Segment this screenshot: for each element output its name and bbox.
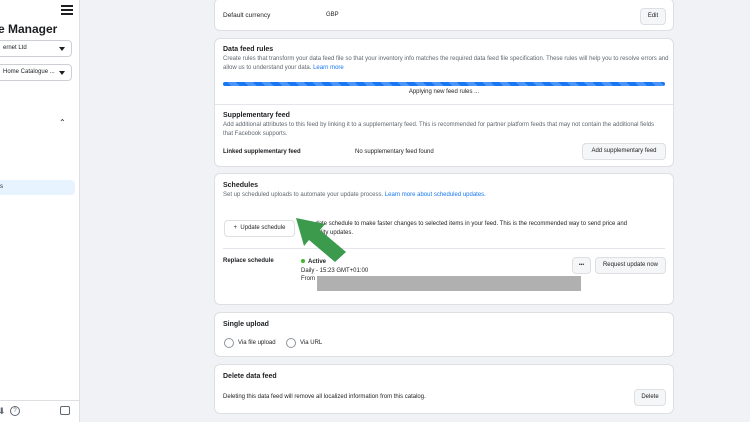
currency-value: GBP [326,12,339,18]
schedules-description: Set up scheduled uploads to automate you… [223,192,486,198]
linked-supplementary-label: Linked supplementary feed [223,149,301,155]
schedule-from-label: From [301,276,315,282]
schedules-title: Schedules [223,182,259,189]
schedules-learn-more-link[interactable]: Learn more about scheduled updates. [385,192,486,198]
via-file-upload-radio[interactable] [224,338,234,348]
help-icon[interactable]: ? [10,406,20,416]
chevron-up-icon[interactable]: ⌃ [59,118,66,127]
feed-rules-card: Data feed rules Create rules that transf… [214,38,674,167]
menu-icon[interactable] [61,5,73,17]
business-select[interactable]: ernet Ltd [0,40,72,57]
sidebar-footer: ⬇ ? [0,400,79,422]
delete-feed-card: Delete data feed Deleting this data feed… [214,364,674,414]
redacted-url [317,276,581,291]
plus-icon: + [233,225,238,231]
via-url-radio[interactable] [286,338,296,348]
app-title: e Manager [0,22,58,36]
annotation-arrow-icon [296,218,346,262]
replace-schedule-label: Replace schedule [223,258,274,264]
sidebar: e Manager ernet Ltd Home Catalogue ... ⌃… [0,0,80,422]
rules-status: Applying new feed rules ... [408,89,480,95]
schedules-card: Schedules Set up scheduled uploads to au… [214,173,674,305]
sidebar-item-active[interactable]: s [0,180,75,195]
supplementary-title: Supplementary feed [223,112,290,119]
currency-label: Default currency [223,12,271,19]
delete-feed-description: Deleting this data feed will remove all … [223,394,426,400]
add-supplementary-feed-button[interactable]: Add supplementary feed [582,143,666,160]
sidebar-item-label: s [0,184,3,190]
via-file-upload-label[interactable]: Via file upload [238,339,276,348]
update-schedule-button[interactable]: + Update schedule [224,220,295,237]
more-options-button[interactable]: ••• [572,257,591,274]
supplementary-description: Add additional attributes to this feed b… [223,122,655,137]
panel-icon[interactable] [60,406,70,415]
rules-progress-bar [223,82,665,86]
update-schedule-note: Udate schedule to make faster changes to… [301,221,628,236]
catalogue-select[interactable]: Home Catalogue ... [0,64,72,81]
catalogue-select-value: Home Catalogue ... [3,69,55,75]
request-update-now-button[interactable]: Request update now [595,257,666,274]
currency-card: Default currency GBP Edit [214,0,674,31]
delete-feed-title: Delete data feed [223,373,277,380]
chevron-down-icon [59,71,65,75]
single-upload-card: Single upload Via file upload Via URL [214,312,674,357]
business-select-value: ernet Ltd [3,45,27,51]
rules-title: Data feed rules [223,46,274,53]
rules-learn-more-link[interactable]: Learn more [313,65,344,71]
divider [215,104,673,105]
edit-currency-button[interactable]: Edit [640,8,666,25]
rules-description: Create rules that transform your data fe… [223,56,669,71]
via-url-label[interactable]: Via URL [300,339,322,348]
pin-icon[interactable]: ⬇ [0,406,6,417]
delete-feed-button[interactable]: Delete [634,389,666,406]
update-schedule-label: Update schedule [240,225,286,231]
single-upload-title: Single upload [223,321,269,328]
chevron-down-icon [59,47,65,51]
linked-supplementary-value: No supplementary feed found [355,149,434,155]
